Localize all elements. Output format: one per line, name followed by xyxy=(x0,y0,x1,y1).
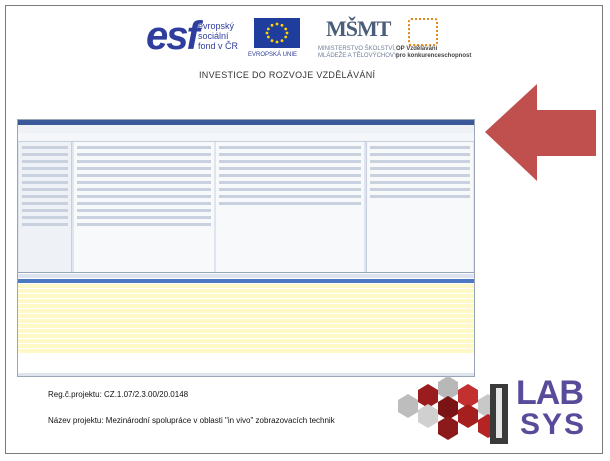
registration-number: Reg.č.projektu: CZ.1.07/2.3.00/20.0148 xyxy=(48,390,189,399)
msmt-text: MINISTERSTVO ŠKOLSTVÍ, MLÁDEŽE A TĚLOVÝC… xyxy=(318,46,398,59)
esf-logo-text: evropský sociální fond v ČR xyxy=(198,21,239,51)
screenshot-toolbar xyxy=(18,133,474,142)
eu-text: EVROPSKÁ UNIE xyxy=(248,52,298,58)
esf-logo: esf xyxy=(146,14,200,58)
project-name: Název projektu: Mezinárodní spolupráce v… xyxy=(48,416,335,425)
sys-word: SYS xyxy=(520,408,587,441)
screenshot-form-right xyxy=(216,142,364,272)
screenshot-menubar xyxy=(18,125,474,133)
screenshot-data-table xyxy=(18,272,474,373)
logo-header: esf evropský sociální fond v ČR EVROPSKÁ… xyxy=(146,16,492,71)
op-vk-logo-icon xyxy=(408,18,438,46)
tagline: INVESTICE DO ROZVOJE VZDĚLÁVÁNÍ xyxy=(199,70,376,80)
red-arrow-icon xyxy=(485,84,596,181)
eu-flag-icon xyxy=(254,18,300,48)
lab-word: LAB xyxy=(516,374,584,412)
screenshot-left-panel xyxy=(19,142,72,272)
screenshot-side-panel xyxy=(366,142,473,272)
msmt-logo: MŠMT xyxy=(326,16,391,41)
hexagon-pattern-icon xyxy=(398,376,508,444)
op-vk-text: OP Vzdělávání pro konkurenceschopnost xyxy=(396,46,472,59)
screenshot-form-left xyxy=(74,142,214,272)
labsys-logo: LAB SYS xyxy=(398,376,596,448)
software-screenshot xyxy=(17,119,475,377)
